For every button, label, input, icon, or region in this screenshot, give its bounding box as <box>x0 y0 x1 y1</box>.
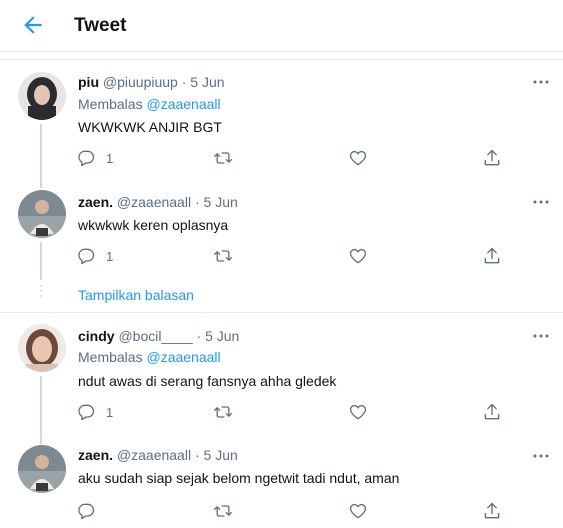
tweet-meta: piu @piuupiuup · 5 Jun <box>78 74 225 90</box>
share-button[interactable] <box>482 146 502 170</box>
retweet-button[interactable] <box>212 400 234 424</box>
tweet-actions <box>72 499 512 523</box>
retweet-button[interactable] <box>212 244 234 268</box>
tweet-text: WKWKWK ANJIR BGT <box>78 119 222 135</box>
like-button[interactable] <box>348 146 368 170</box>
separator: · <box>194 194 200 210</box>
reply-button[interactable] <box>76 499 106 523</box>
page-title: Tweet <box>74 15 127 36</box>
share-button[interactable] <box>482 244 502 268</box>
avatar[interactable] <box>18 190 66 238</box>
more-icon[interactable] <box>532 195 550 209</box>
replying-to: Membalas @zaaenaall <box>78 349 221 365</box>
reply-icon <box>78 404 95 421</box>
tweet-1[interactable]: piu @piuupiuup · 5 Jun Membalas @zaaenaa… <box>0 60 563 182</box>
thread-line <box>40 180 42 188</box>
header: Tweet <box>0 0 563 52</box>
tweet-actions: 1 <box>72 244 512 268</box>
share-icon <box>484 149 500 166</box>
handle[interactable]: @zaaenaall <box>117 194 191 210</box>
tweet-actions: 1 <box>72 400 512 424</box>
reply-prefix: Membalas <box>78 349 143 365</box>
tweet-text: wkwkwk keren oplasnya <box>78 217 229 233</box>
replying-to: Membalas @zaaenaall <box>78 96 221 112</box>
thread-dots <box>39 285 43 300</box>
tweet-meta: zaen. @zaaenaall · 5 Jun <box>78 194 238 210</box>
reply-button[interactable]: 1 <box>76 244 113 268</box>
reply-icon <box>78 248 95 265</box>
tweet-date[interactable]: 5 Jun <box>190 74 224 90</box>
header-gap <box>0 52 563 60</box>
reply-button[interactable]: 1 <box>76 400 113 424</box>
mention-link[interactable]: @zaaenaall <box>146 349 220 365</box>
retweet-icon <box>214 505 232 517</box>
display-name[interactable]: cindy <box>78 328 115 344</box>
thread-line <box>40 376 42 437</box>
reply-icon <box>78 503 95 520</box>
reply-button[interactable]: 1 <box>76 146 113 170</box>
display-name[interactable]: piu <box>78 74 99 90</box>
display-name[interactable]: zaen. <box>78 194 113 210</box>
like-icon <box>349 248 367 264</box>
tweet-date[interactable]: 5 Jun <box>204 447 238 463</box>
reply-count: 1 <box>106 404 114 420</box>
handle[interactable]: @piuupiuup <box>103 74 178 90</box>
tweet-date[interactable]: 5 Jun <box>204 194 238 210</box>
share-icon <box>484 403 500 420</box>
more-icon[interactable] <box>532 75 550 89</box>
tweet-meta: cindy @bocil____ · 5 Jun <box>78 328 239 344</box>
like-icon <box>349 503 367 519</box>
separator: · <box>181 74 187 90</box>
thread-line <box>40 437 42 444</box>
more-icon[interactable] <box>532 449 550 463</box>
retweet-icon <box>214 250 232 262</box>
reply-icon <box>78 150 95 167</box>
thread-line <box>40 124 42 182</box>
show-replies-link[interactable]: Tampilkan balasan <box>78 287 194 303</box>
like-button[interactable] <box>348 499 368 523</box>
like-button[interactable] <box>348 400 368 424</box>
handle[interactable]: @bocil____ <box>118 328 192 344</box>
retweet-button[interactable] <box>212 499 234 523</box>
share-button[interactable] <box>482 400 502 424</box>
thread-line <box>40 242 42 280</box>
mention-link[interactable]: @zaaenaall <box>146 96 220 112</box>
retweet-button[interactable] <box>212 146 234 170</box>
separator: · <box>194 447 200 463</box>
like-button[interactable] <box>348 244 368 268</box>
reply-count: 1 <box>106 150 114 166</box>
tweet-text: ndut awas di serang fansnya ahha gledek <box>78 373 337 389</box>
avatar[interactable] <box>18 324 66 372</box>
avatar[interactable] <box>18 445 66 493</box>
more-icon[interactable] <box>532 329 550 343</box>
tweet-date[interactable]: 5 Jun <box>205 328 239 344</box>
reply-prefix: Membalas <box>78 96 143 112</box>
tweet-3[interactable]: cindy @bocil____ · 5 Jun Membalas @zaaen… <box>0 313 563 437</box>
like-icon <box>349 150 367 166</box>
share-icon <box>484 502 500 519</box>
tweet-text: aku sudah siap sejak belom ngetwit tadi … <box>78 470 400 486</box>
tweet-4[interactable]: zaen. @zaaenaall · 5 Jun aku sudah siap … <box>0 437 563 528</box>
handle[interactable]: @zaaenaall <box>117 447 191 463</box>
tweet-meta: zaen. @zaaenaall · 5 Jun <box>78 447 238 463</box>
separator: · <box>196 328 202 344</box>
share-button[interactable] <box>482 499 502 523</box>
tweet-2[interactable]: zaen. @zaaenaall · 5 Jun wkwkwk keren op… <box>0 180 563 280</box>
like-icon <box>349 404 367 420</box>
tweet-actions: 1 <box>72 146 512 170</box>
display-name[interactable]: zaen. <box>78 447 113 463</box>
reply-count: 1 <box>106 248 114 264</box>
share-icon <box>484 247 500 264</box>
retweet-icon <box>214 152 232 164</box>
back-arrow-icon[interactable] <box>20 12 46 38</box>
avatar[interactable] <box>18 72 66 120</box>
retweet-icon <box>214 406 232 418</box>
